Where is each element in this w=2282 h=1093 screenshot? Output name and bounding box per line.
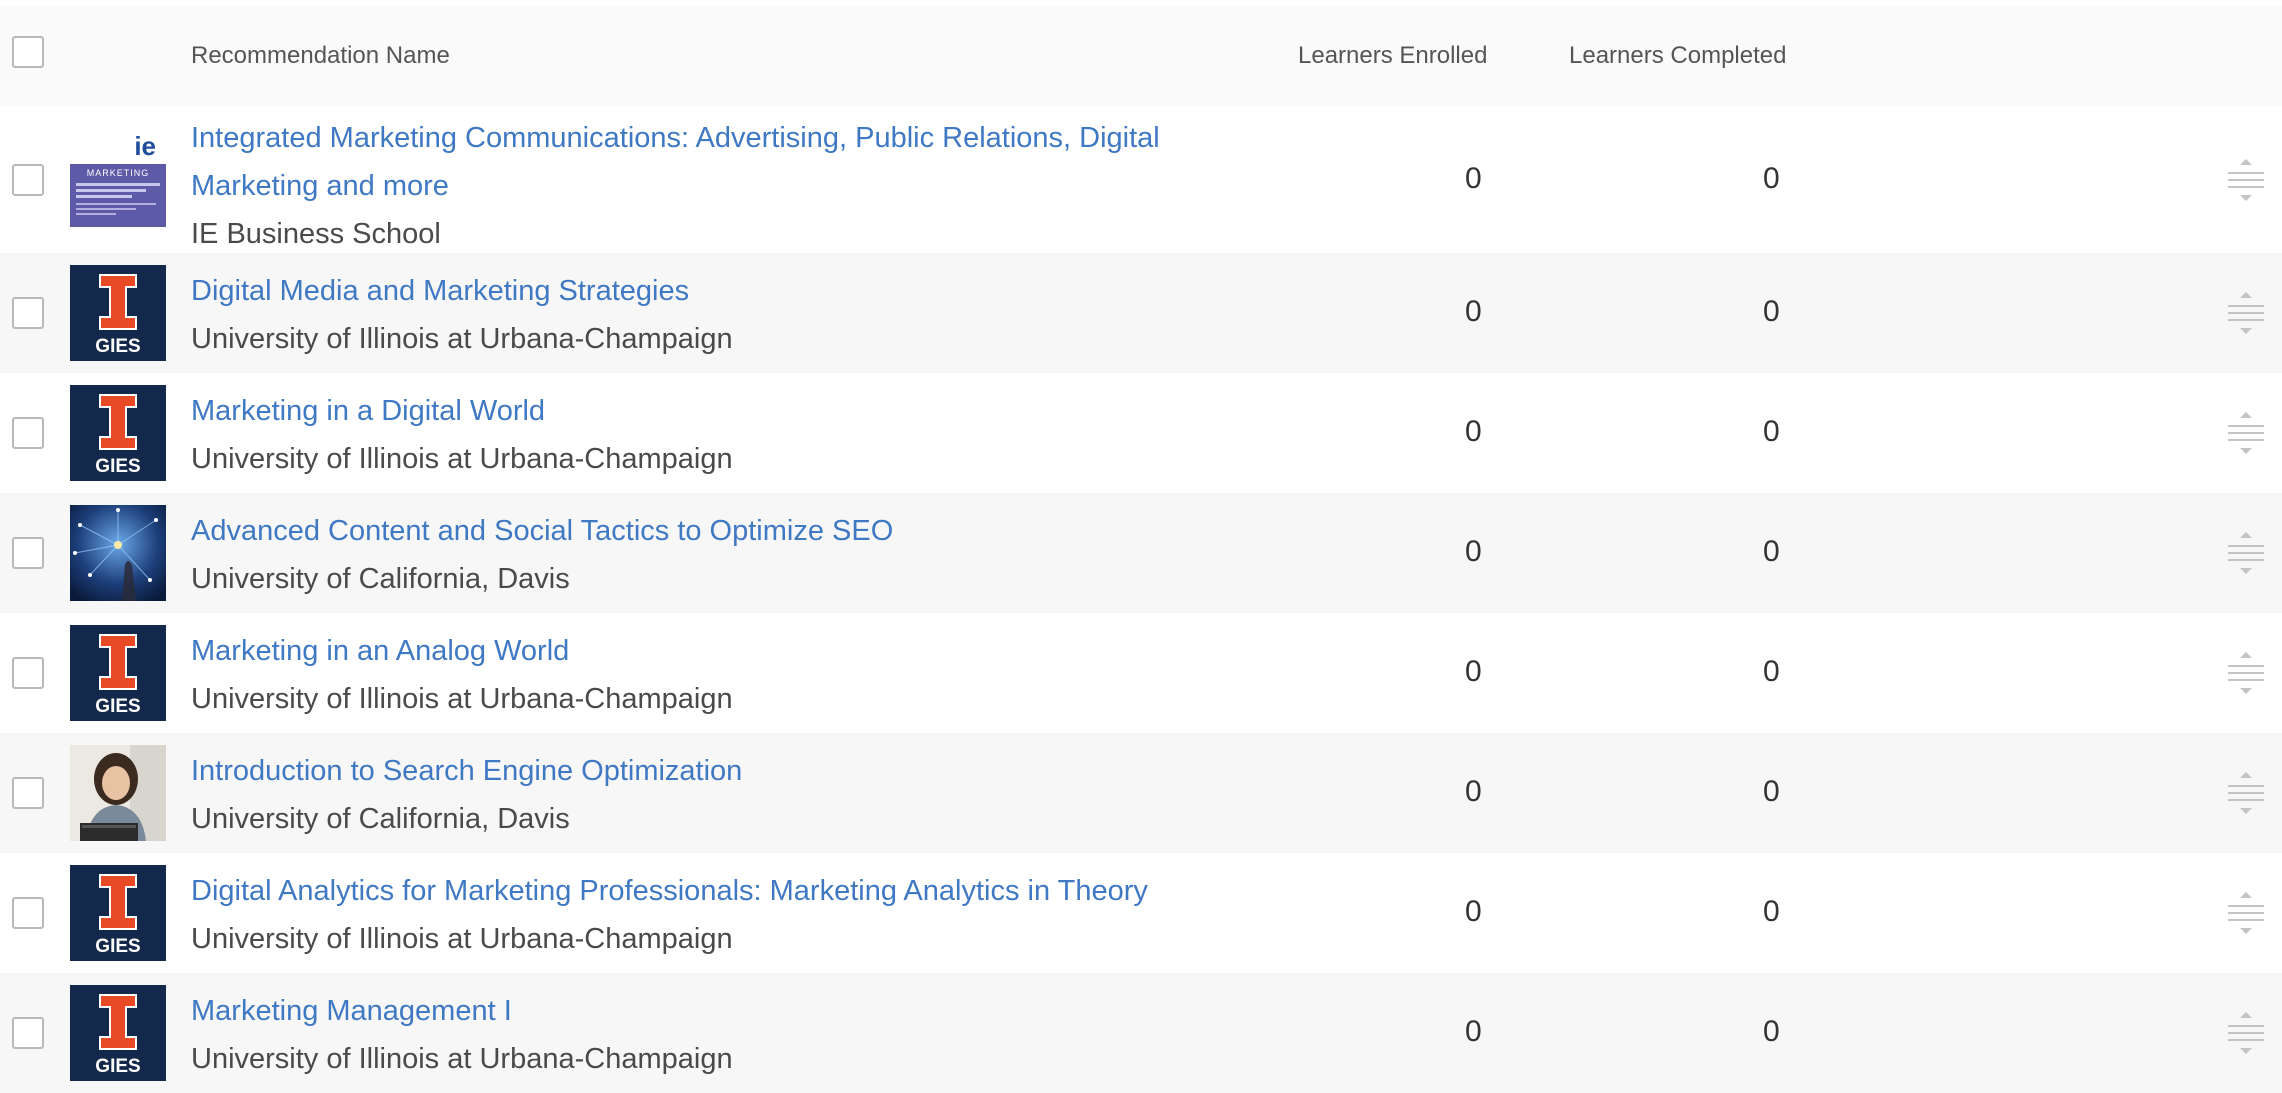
course-title-link[interactable]: Digital Media and Marketing Strategies [191, 267, 1241, 315]
row-text: Digital Media and Marketing Strategies U… [191, 267, 1241, 363]
gies-logo-thumbnail: GIES [70, 625, 166, 721]
course-partner: University of California, Davis [191, 803, 570, 835]
course-title-link[interactable]: Introduction to Search Engine Optimizati… [191, 747, 1241, 795]
course-partner: University of California, Davis [191, 563, 570, 595]
course-partner: University of Illinois at Urbana-Champai… [191, 323, 733, 355]
recommendations-table: Recommendation Name Learners Enrolled Le… [0, 0, 2282, 1093]
row-text: Advanced Content and Social Tactics to O… [191, 507, 1241, 603]
drag-handle-icon[interactable] [2226, 291, 2266, 335]
learners-completed-value: 0 [1763, 535, 1780, 568]
row-checkbox[interactable] [12, 163, 44, 196]
row-text: Marketing in a Digital World University … [191, 387, 1241, 483]
gies-logo-text: GIES [95, 456, 140, 477]
row-checkbox[interactable] [12, 1017, 44, 1049]
column-header-enrolled[interactable]: Learners Enrolled [1298, 42, 1487, 70]
column-header-completed[interactable]: Learners Completed [1569, 42, 1786, 70]
learners-enrolled-value: 0 [1465, 1015, 1482, 1048]
gies-logo-thumbnail: GIES [70, 385, 166, 481]
learners-enrolled-value: 0 [1465, 655, 1482, 688]
course-title-link[interactable]: Marketing Management I [191, 987, 1241, 1035]
drag-handle-icon[interactable] [2226, 771, 2266, 815]
gies-logo-text: GIES [95, 336, 140, 357]
row-text: Digital Analytics for Marketing Professi… [191, 867, 1241, 963]
ie-course-thumbnail: ie MARKETING [70, 131, 166, 227]
learners-enrolled-value: 0 [1465, 161, 1482, 195]
network-image-thumbnail [70, 505, 166, 601]
table-row: GIES Marketing in a Digital World Univer… [0, 373, 2282, 493]
row-text: Integrated Marketing Communications: Adv… [191, 114, 1241, 258]
course-partner: University of Illinois at Urbana-Champai… [191, 1043, 733, 1075]
learners-enrolled-value: 0 [1465, 295, 1482, 328]
table-row: ie MARKETING Integrated Marketing Commun… [0, 106, 2282, 253]
learners-completed-value: 0 [1763, 895, 1780, 928]
course-partner: University of Illinois at Urbana-Champai… [191, 683, 733, 715]
course-partner: University of Illinois at Urbana-Champai… [191, 923, 733, 955]
course-title-link[interactable]: Digital Analytics for Marketing Professi… [191, 867, 1241, 915]
drag-handle-icon[interactable] [2226, 651, 2266, 695]
learners-completed-value: 0 [1763, 775, 1780, 808]
row-text: Introduction to Search Engine Optimizati… [191, 747, 1241, 843]
gies-logo-thumbnail: GIES [70, 985, 166, 1081]
drag-handle-icon[interactable] [2226, 531, 2266, 575]
learners-completed-value: 0 [1763, 1015, 1780, 1048]
gies-logo-text: GIES [95, 936, 140, 957]
course-title-link[interactable]: Marketing in a Digital World [191, 387, 1241, 435]
row-checkbox[interactable] [12, 897, 44, 929]
drag-handle-icon[interactable] [2226, 1011, 2266, 1055]
learners-enrolled-value: 0 [1465, 535, 1482, 568]
table-row: GIES Marketing in an Analog World Univer… [0, 613, 2282, 733]
row-checkbox[interactable] [12, 417, 44, 449]
row-text: Marketing Management I University of Ill… [191, 987, 1241, 1083]
course-title-link[interactable]: Advanced Content and Social Tactics to O… [191, 507, 1241, 555]
gies-logo-thumbnail: GIES [70, 265, 166, 361]
learners-completed-value: 0 [1763, 161, 1780, 195]
table-row: Introduction to Search Engine Optimizati… [0, 733, 2282, 853]
row-checkbox[interactable] [12, 537, 44, 569]
row-checkbox[interactable] [12, 777, 44, 809]
column-header-name[interactable]: Recommendation Name [191, 42, 450, 70]
course-title-link[interactable]: Marketing in an Analog World [191, 627, 1241, 675]
course-partner: IE Business School [191, 218, 441, 250]
table-header: Recommendation Name Learners Enrolled Le… [0, 0, 2282, 106]
learners-completed-value: 0 [1763, 655, 1780, 688]
table-row: GIES Marketing Management I University o… [0, 973, 2282, 1093]
row-checkbox[interactable] [12, 297, 44, 329]
select-all-checkbox[interactable] [12, 36, 44, 68]
course-partner: University of Illinois at Urbana-Champai… [191, 443, 733, 475]
ie-logo-marketing: MARKETING [87, 168, 150, 178]
learners-enrolled-value: 0 [1465, 415, 1482, 448]
drag-handle-icon[interactable] [2226, 891, 2266, 935]
row-text: Marketing in an Analog World University … [191, 627, 1241, 723]
gies-logo-text: GIES [95, 1056, 140, 1077]
gies-logo-thumbnail: GIES [70, 865, 166, 961]
table-row: GIES Digital Analytics for Marketing Pro… [0, 853, 2282, 973]
drag-handle-icon[interactable] [2226, 158, 2266, 202]
table-row: Advanced Content and Social Tactics to O… [0, 493, 2282, 613]
drag-handle-icon[interactable] [2226, 411, 2266, 455]
learners-completed-value: 0 [1763, 295, 1780, 328]
ie-logo-text: ie [134, 131, 156, 161]
person-photo-thumbnail [70, 745, 166, 841]
learners-enrolled-value: 0 [1465, 775, 1482, 808]
course-title-link[interactable]: Integrated Marketing Communications: Adv… [191, 114, 1241, 210]
gies-logo-text: GIES [95, 696, 140, 717]
table-row: GIES Digital Media and Marketing Strateg… [0, 253, 2282, 373]
learners-completed-value: 0 [1763, 415, 1780, 448]
row-checkbox[interactable] [12, 657, 44, 689]
learners-enrolled-value: 0 [1465, 895, 1482, 928]
